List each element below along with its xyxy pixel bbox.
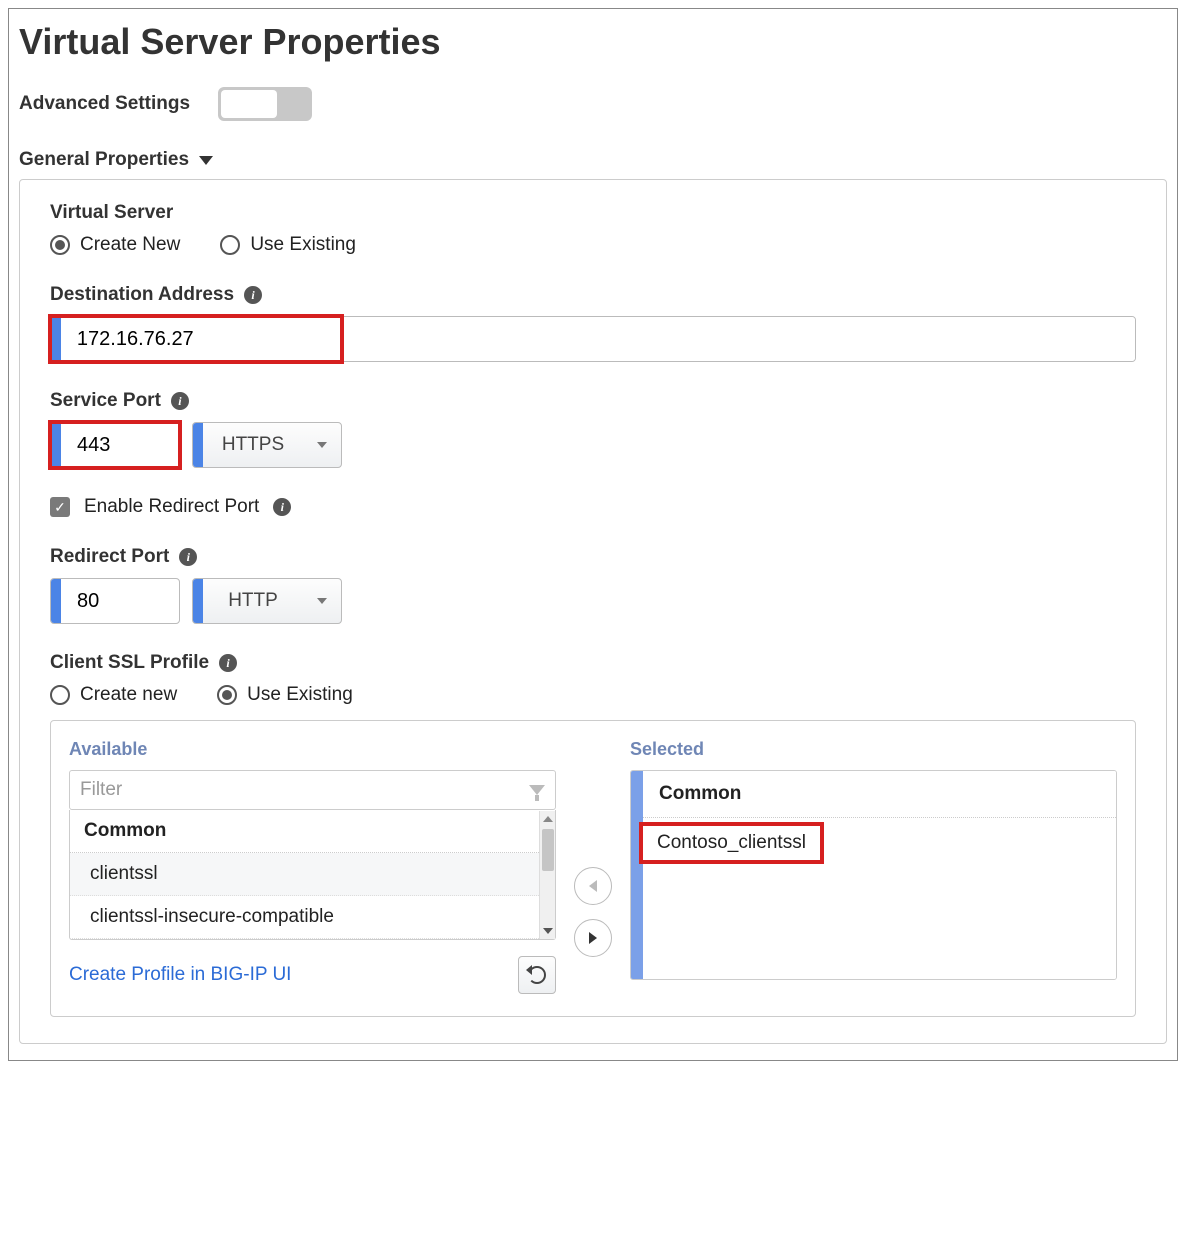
chevron-down-icon [317, 598, 327, 604]
info-icon[interactable]: i [171, 392, 189, 410]
redirect-port-protocol-select[interactable]: HTTP [192, 578, 342, 624]
radio-label: Create New [80, 234, 180, 256]
selected-title: Selected [630, 739, 1117, 760]
available-filter-input[interactable]: Filter [69, 770, 556, 810]
ssl-profile-dual-list: Available Filter Common clientssl client… [50, 720, 1136, 1017]
redirect-port-input[interactable] [61, 579, 171, 623]
available-listbox: Common clientssl clientssl-insecure-comp… [69, 810, 556, 940]
enable-redirect-port-checkbox[interactable] [50, 497, 70, 517]
scroll-thumb[interactable] [542, 829, 554, 871]
page-title: Virtual Server Properties [19, 21, 1167, 63]
service-port-protocol-select[interactable]: HTTPS [192, 422, 342, 468]
scroll-up-icon[interactable] [540, 811, 555, 827]
arrow-right-icon [589, 932, 597, 944]
radio-icon [50, 235, 70, 255]
ssl-create-new-radio[interactable]: Create new [50, 684, 177, 706]
general-properties-title: General Properties [19, 149, 189, 171]
blue-bar [51, 423, 61, 467]
highlight-box: Contoso_clientssl [639, 822, 824, 864]
service-port-label: Service Port [50, 390, 161, 412]
blue-bar [631, 771, 643, 979]
ssl-use-existing-radio[interactable]: Use Existing [217, 684, 353, 706]
info-icon[interactable]: i [273, 498, 291, 516]
blue-bar [193, 579, 203, 623]
client-ssl-profile-label: Client SSL Profile [50, 652, 209, 674]
service-port-input[interactable] [61, 423, 171, 467]
filter-placeholder: Filter [80, 779, 122, 801]
radio-label: Use Existing [247, 684, 353, 706]
selected-listbox: Common Contoso_clientssl [630, 770, 1117, 980]
move-right-button[interactable] [574, 919, 612, 957]
blue-bar [51, 579, 61, 623]
available-title: Available [69, 739, 556, 760]
refresh-button[interactable] [518, 956, 556, 994]
info-icon[interactable]: i [179, 548, 197, 566]
advanced-settings-toggle[interactable] [218, 87, 312, 121]
info-icon[interactable]: i [244, 286, 262, 304]
radio-label: Create new [80, 684, 177, 706]
blue-bar [51, 317, 61, 361]
select-value: HTTP [212, 590, 308, 612]
scrollbar[interactable] [539, 811, 555, 939]
general-properties-panel: Virtual Server Create New Use Existing D… [19, 179, 1167, 1044]
selected-item[interactable]: Contoso_clientssl [657, 832, 806, 853]
arrow-left-icon [589, 880, 597, 892]
service-port-input-wrap [50, 422, 180, 468]
enable-redirect-port-label: Enable Redirect Port [84, 496, 259, 518]
radio-label: Use Existing [250, 234, 356, 256]
destination-address-label: Destination Address [50, 284, 234, 306]
radio-icon [220, 235, 240, 255]
general-properties-header[interactable]: General Properties [19, 149, 1167, 171]
info-icon[interactable]: i [219, 654, 237, 672]
select-value: HTTPS [206, 434, 314, 456]
move-left-button[interactable] [574, 867, 612, 905]
destination-address-input[interactable] [61, 317, 1135, 361]
radio-icon [217, 685, 237, 705]
available-group-header: Common [70, 810, 555, 853]
create-profile-link[interactable]: Create Profile in BIG-IP UI [69, 964, 291, 986]
scroll-down-icon[interactable] [540, 923, 555, 939]
chevron-down-icon [199, 156, 213, 165]
radio-icon [50, 685, 70, 705]
virtual-server-label: Virtual Server [50, 202, 173, 224]
selected-group-header: Common [643, 771, 1116, 818]
refresh-icon [528, 966, 546, 984]
chevron-down-icon [317, 442, 327, 448]
virtual-server-create-new-radio[interactable]: Create New [50, 234, 180, 256]
redirect-port-input-wrap [50, 578, 180, 624]
advanced-settings-label: Advanced Settings [19, 93, 190, 115]
filter-icon [529, 785, 545, 795]
available-item[interactable]: clientssl-insecure-compatible [70, 896, 555, 939]
toggle-knob [221, 90, 277, 118]
available-item[interactable]: clientssl [70, 853, 555, 896]
destination-address-input-wrap [50, 316, 1136, 362]
virtual-server-use-existing-radio[interactable]: Use Existing [220, 234, 356, 256]
redirect-port-label: Redirect Port [50, 546, 169, 568]
blue-bar [193, 423, 203, 467]
